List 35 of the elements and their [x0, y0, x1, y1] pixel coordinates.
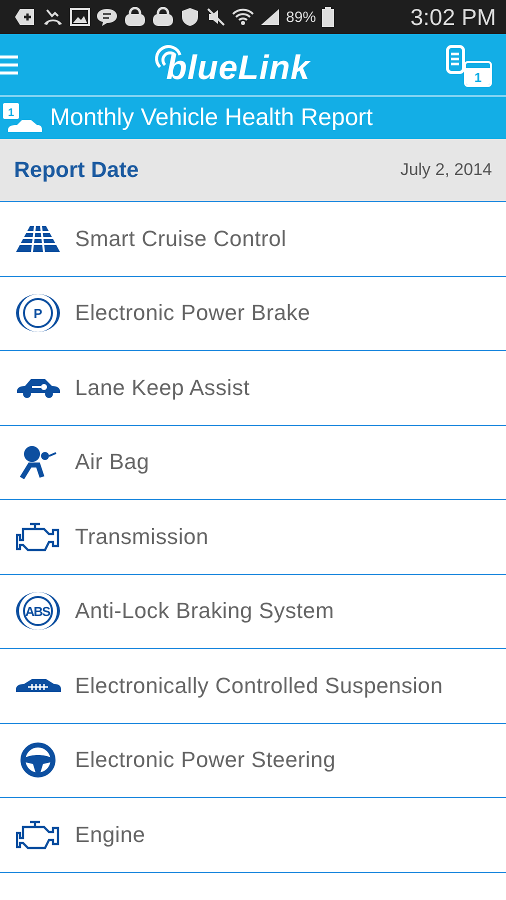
- page-title: Monthly Vehicle Health Report: [50, 104, 373, 132]
- health-item[interactable]: Electronically Controlled Suspension: [0, 649, 506, 724]
- menu-icon[interactable]: [0, 54, 18, 76]
- shield-icon: [180, 7, 200, 27]
- chat-icon: [96, 8, 118, 26]
- mute-icon: [206, 8, 226, 26]
- notification-icon: [14, 8, 36, 26]
- battery-icon: [322, 7, 334, 27]
- logo: blueLink: [154, 41, 310, 88]
- engine-icon: [16, 522, 60, 552]
- car-key-icon: [14, 376, 60, 399]
- clock: 3:02 PM: [410, 4, 496, 30]
- report-date-value: July 2, 2014: [400, 160, 492, 180]
- health-item[interactable]: Transmission: [0, 500, 506, 574]
- health-item[interactable]: Electronic Power Steering: [0, 724, 506, 798]
- health-item[interactable]: ABS Anti-Lock Braking System: [0, 574, 506, 649]
- image-icon: [70, 8, 90, 26]
- health-item[interactable]: P Electronic Power Brake: [0, 276, 506, 351]
- health-item[interactable]: Engine: [0, 798, 506, 872]
- engine-icon: [16, 820, 60, 850]
- battery-percent: 89%: [286, 8, 316, 26]
- signal-icon: [260, 8, 280, 26]
- airbag-icon: [18, 445, 58, 480]
- missed-call-icon: [42, 8, 64, 26]
- lock-icon: [152, 7, 174, 27]
- health-item[interactable]: Air Bag: [0, 426, 506, 500]
- report-date-label: Report Date: [14, 157, 139, 183]
- steering-wheel-icon: [20, 742, 56, 778]
- road-icon: [16, 226, 60, 252]
- wifi-icon: [232, 7, 254, 27]
- car-spring-icon: [14, 676, 62, 695]
- lock-icon: [124, 7, 146, 27]
- health-item[interactable]: Smart Cruise Control: [0, 202, 506, 276]
- calendar-day: 1: [466, 62, 490, 84]
- health-item[interactable]: Lane Keep Assist: [0, 351, 506, 426]
